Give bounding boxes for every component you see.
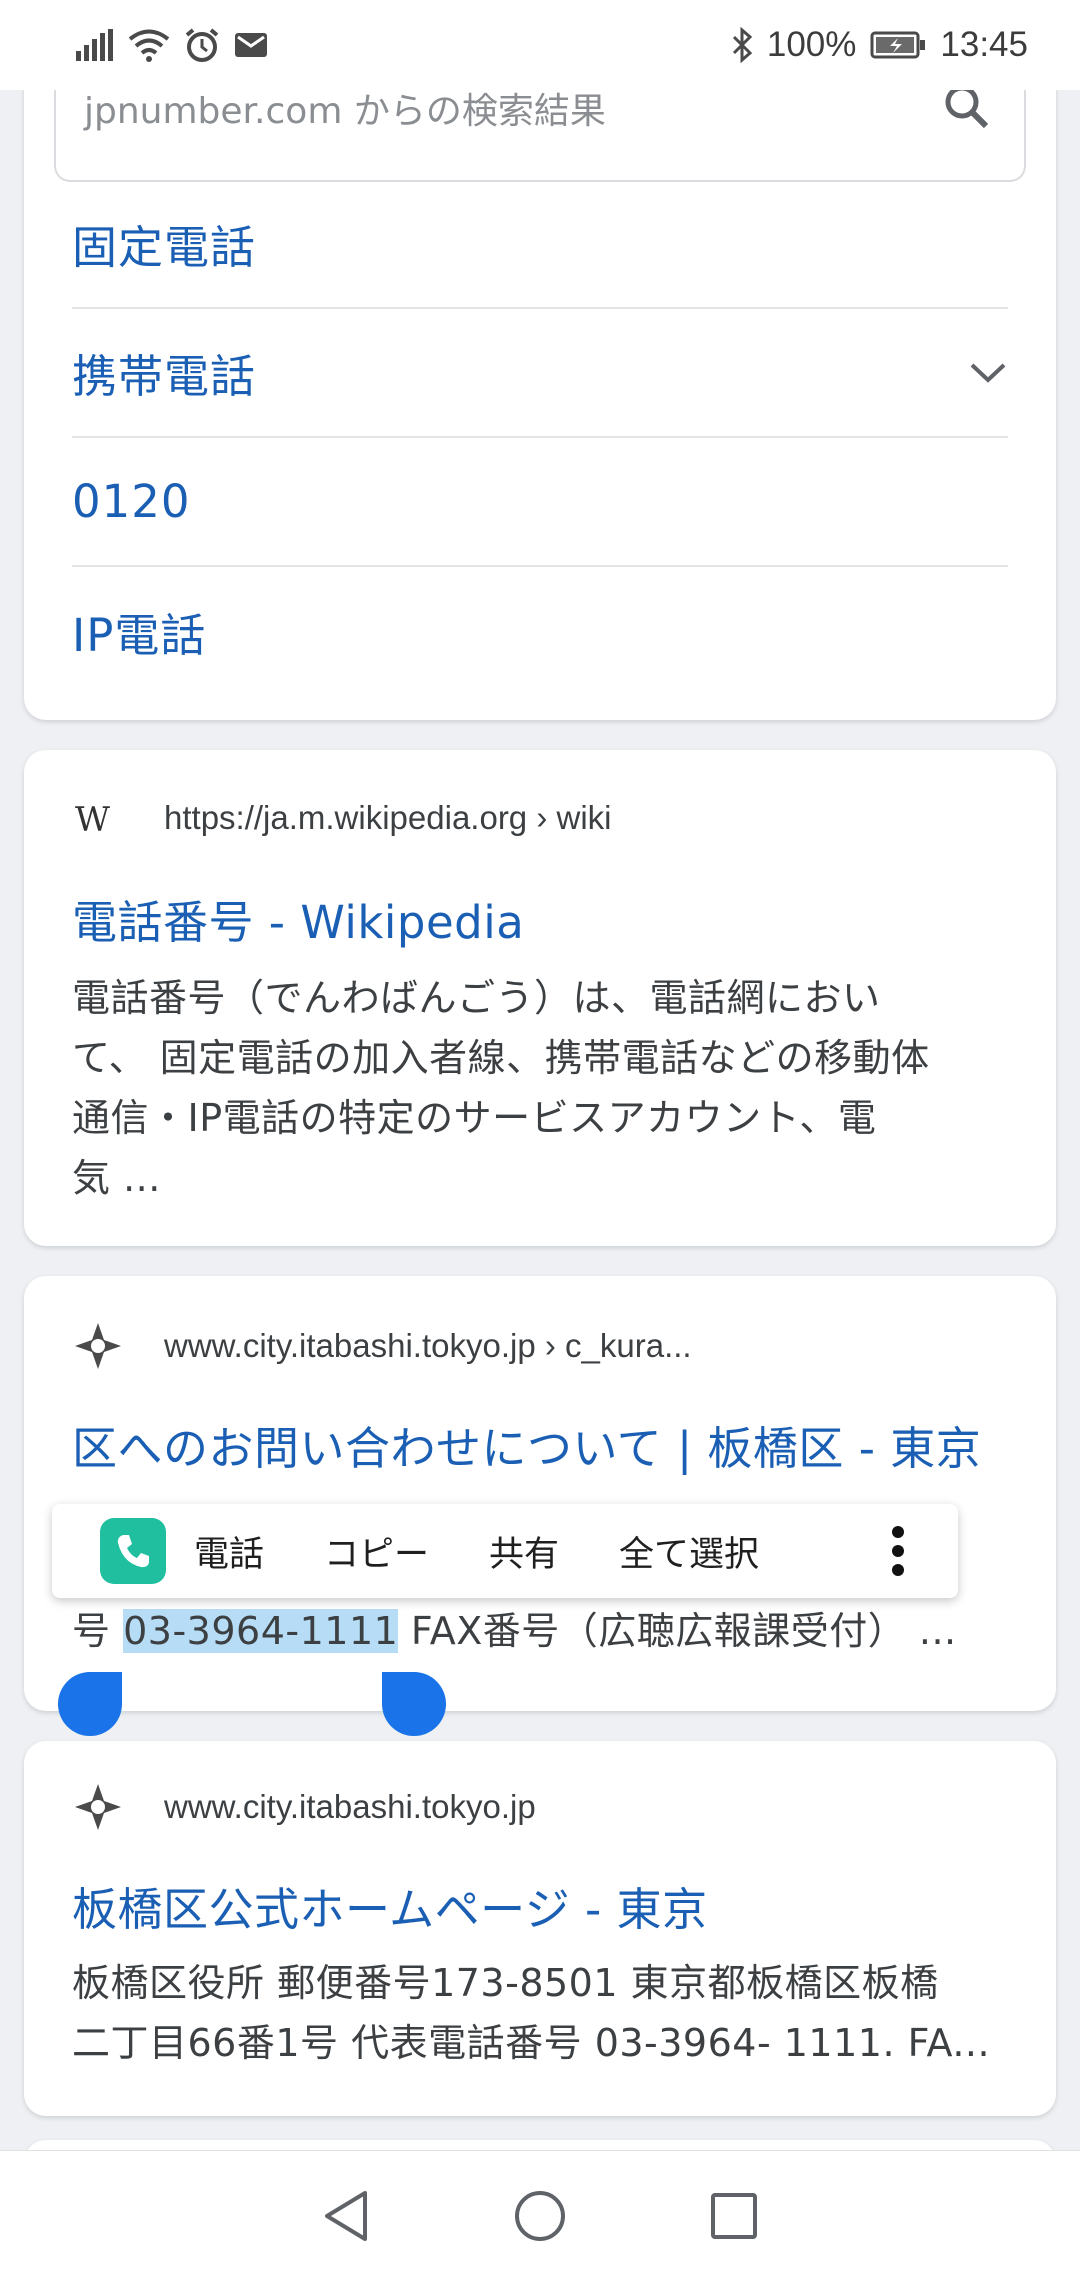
selection-handle-end[interactable]	[382, 1672, 446, 1736]
status-icons-left	[76, 27, 268, 63]
snippet-line: 二丁目66番1号 代表電話番号 03-3964- 1111. FA...	[72, 2021, 991, 2065]
wikipedia-favicon-icon: W	[72, 792, 124, 844]
snippet-line: 通信・IP電話の特定のサービスアカウント、電	[72, 1096, 877, 1140]
home-icon[interactable]	[513, 2189, 567, 2243]
result-snippet: 板橋区役所 郵便番号173-8501 東京都板橋区板橋 二丁目66番1号 代表電…	[72, 1953, 1032, 2073]
selection-handle-start[interactable]	[58, 1672, 122, 1736]
snippet-line: 気 ...	[72, 1156, 161, 1200]
site-links-card: jpnumber.com からの検索結果 固定電話 携帯電話 0120 IP電話	[24, 40, 1056, 720]
back-icon[interactable]	[321, 2189, 371, 2243]
text-selection-menu: 電話 コピー 共有 全て選択	[52, 1504, 958, 1598]
clock: 13:45	[940, 25, 1028, 64]
phone-app-icon[interactable]	[100, 1518, 166, 1584]
battery-charging-icon	[870, 31, 926, 59]
menu-select-all[interactable]: 全て選択	[619, 1526, 759, 1577]
search-result-wikipedia: W https://ja.m.wikipedia.org › wiki 電話番号…	[24, 750, 1056, 1246]
svg-text:W: W	[75, 801, 110, 835]
battery-percent: 100%	[766, 25, 857, 64]
status-icons-right: 100% 13:45	[731, 25, 1028, 65]
result-url: https://ja.m.wikipedia.org › wiki	[164, 799, 612, 836]
snippet-prefix: 号	[72, 1609, 111, 1653]
menu-share[interactable]: 共有	[489, 1526, 559, 1577]
wifi-icon	[128, 29, 170, 62]
result-source: www.city.itabashi.tokyo.jp	[72, 1781, 536, 1833]
result-snippet: 号 03-3964-1111 FAX番号（広聴広報課受付） ...	[72, 1601, 1032, 1661]
bluetooth-icon	[732, 27, 753, 63]
itabashi-favicon-icon	[72, 1320, 124, 1372]
snippet-line: 板橋区役所 郵便番号173-8501 東京都板橋区板橋	[72, 1961, 939, 2005]
result-title[interactable]: 板橋区公式ホームページ - 東京	[72, 1873, 708, 1938]
snippet-suffix: FAX番号（広聴広報課受付） ...	[410, 1609, 957, 1653]
recents-icon[interactable]	[709, 2191, 759, 2241]
link-label[interactable]: 固定電話	[72, 211, 256, 276]
result-snippet: 電話番号（でんわばんごう）は、電話網におい て、 固定電話の加入者線、携帯電話な…	[72, 968, 1032, 1208]
link-label[interactable]: 携帯電話	[72, 340, 256, 405]
signal-icon	[76, 29, 113, 61]
alarm-icon	[185, 28, 219, 62]
mail-icon	[235, 33, 267, 57]
menu-call[interactable]: 電話	[194, 1526, 264, 1577]
result-title[interactable]: 電話番号 - Wikipedia	[72, 886, 524, 951]
snippet-line: て、 固定電話の加入者線、携帯電話などの移動体	[72, 1036, 930, 1080]
search-result-itabashi-home: www.city.itabashi.tokyo.jp 板橋区公式ホームページ -…	[24, 1741, 1056, 2116]
result-url: www.city.itabashi.tokyo.jp › c_kura...	[164, 1327, 692, 1364]
site-links-list: 固定電話 携帯電話 0120 IP電話	[72, 180, 1008, 696]
link-0120[interactable]: 0120	[72, 438, 1008, 567]
more-options-icon[interactable]	[888, 1524, 908, 1578]
result-source: www.city.itabashi.tokyo.jp › c_kura...	[72, 1320, 692, 1372]
link-label[interactable]: IP電話	[72, 599, 206, 664]
link-label[interactable]: 0120	[72, 475, 191, 528]
link-ip-phone[interactable]: IP電話	[72, 567, 1008, 696]
link-landline[interactable]: 固定電話	[72, 180, 1008, 309]
menu-copy[interactable]: コピー	[324, 1526, 429, 1577]
search-result-itabashi-inquiry: www.city.itabashi.tokyo.jp › c_kura... 区…	[24, 1276, 1056, 1711]
result-source: W https://ja.m.wikipedia.org › wiki	[72, 792, 611, 844]
status-bar: 100% 13:45	[0, 0, 1080, 90]
system-nav-bar	[0, 2150, 1080, 2280]
result-title[interactable]: 区へのお問い合わせについて | 板橋区 - 東京	[72, 1412, 981, 1477]
selected-phone-number[interactable]: 03-3964-1111	[123, 1609, 399, 1653]
snippet-line: 電話番号（でんわばんごう）は、電話網におい	[72, 976, 881, 1020]
chevron-down-icon[interactable]	[968, 361, 1008, 385]
link-mobile[interactable]: 携帯電話	[72, 309, 1008, 438]
result-url: www.city.itabashi.tokyo.jp	[164, 1788, 536, 1825]
itabashi-favicon-icon	[72, 1781, 124, 1833]
